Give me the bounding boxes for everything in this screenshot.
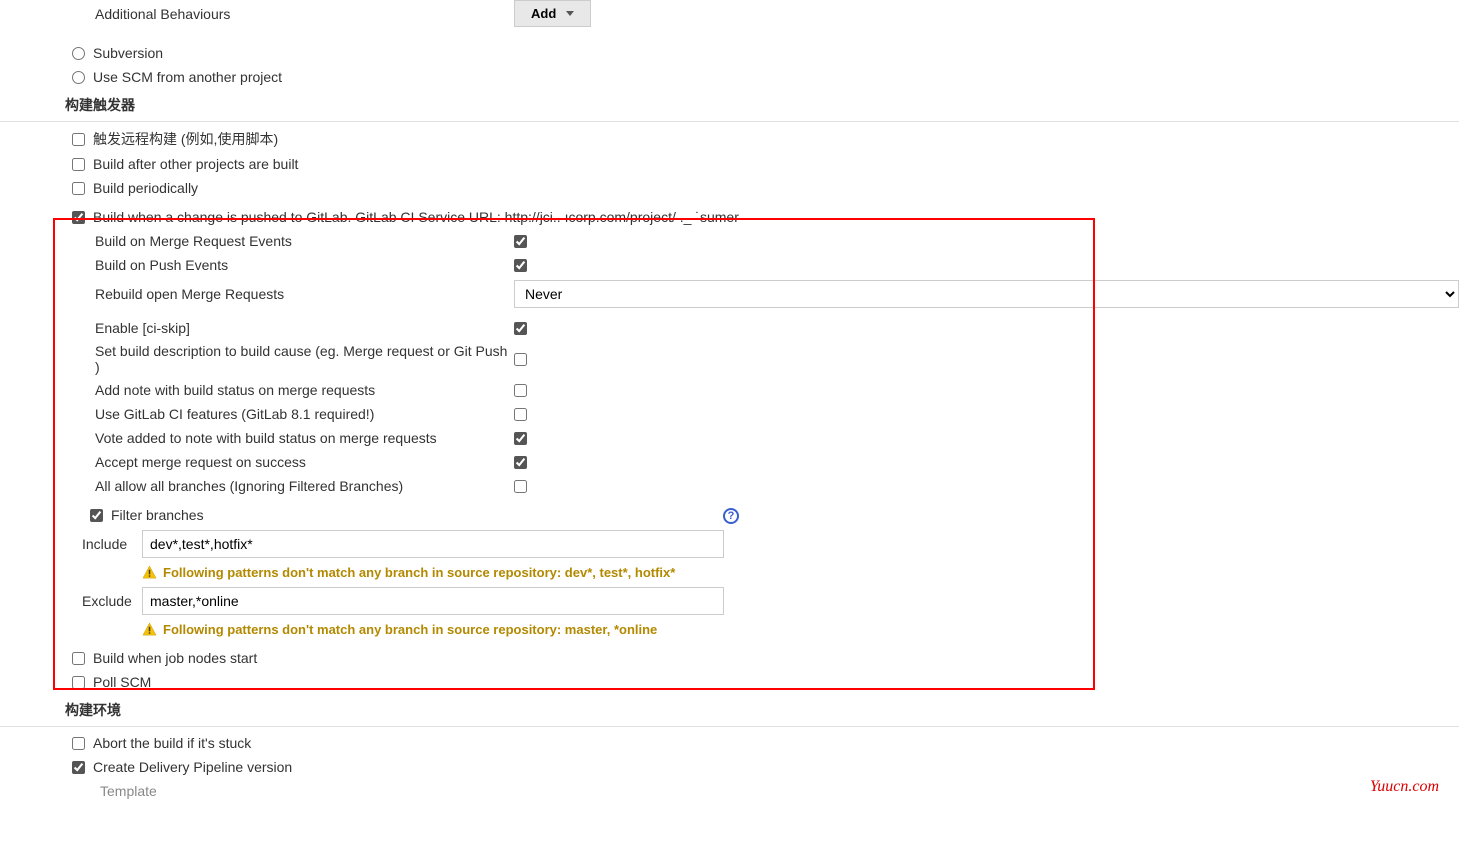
gitlab-set-description-checkbox[interactable]: [514, 353, 527, 366]
trigger-periodically-label: Build periodically: [93, 180, 198, 196]
add-behaviour-button[interactable]: Add: [514, 0, 591, 27]
trigger-gitlab-label: Build when a change is pushed to GitLab.…: [93, 209, 739, 225]
include-warning-text: Following patterns don't match any branc…: [163, 565, 675, 580]
trigger-remote-checkbox[interactable]: [72, 133, 85, 146]
gitlab-allow-all-row: All allow all branches (Ignoring Filtere…: [0, 474, 1459, 498]
gitlab-accept-mr-label: Accept merge request on success: [0, 454, 514, 470]
gitlab-vote-added-label: Vote added to note with build status on …: [0, 430, 514, 446]
gitlab-vote-added-row: Vote added to note with build status on …: [0, 426, 1459, 450]
additional-behaviours-label: Additional Behaviours: [0, 6, 514, 22]
gitlab-ci-features-checkbox[interactable]: [514, 408, 527, 421]
gitlab-ci-features-label: Use GitLab CI features (GitLab 8.1 requi…: [0, 406, 514, 422]
gitlab-vote-added-checkbox[interactable]: [514, 432, 527, 445]
env-create-pipeline-row: Create Delivery Pipeline version: [0, 755, 1459, 779]
trigger-remote-label: 触发远程构建 (例如,使用脚本): [93, 129, 278, 149]
gitlab-accept-mr-row: Accept merge request on success: [0, 450, 1459, 474]
help-icon[interactable]: ?: [723, 508, 739, 524]
filter-branches-label: Filter branches: [111, 507, 204, 523]
trigger-job-nodes-checkbox[interactable]: [72, 652, 85, 665]
gitlab-build-on-push-label: Build on Push Events: [0, 257, 514, 273]
gitlab-build-on-push-checkbox[interactable]: [514, 259, 527, 272]
trigger-job-nodes-label: Build when job nodes start: [93, 650, 257, 666]
gitlab-add-note-checkbox[interactable]: [514, 384, 527, 397]
trigger-gitlab-checkbox[interactable]: [72, 211, 85, 224]
gitlab-ci-skip-checkbox[interactable]: [514, 322, 527, 335]
scm-other-row: Use SCM from another project: [0, 65, 1459, 89]
gitlab-accept-mr-checkbox[interactable]: [514, 456, 527, 469]
section-build-environment: 构建环境: [0, 694, 1459, 727]
exclude-input[interactable]: [142, 587, 724, 615]
trigger-gitlab-row: Build when a change is pushed to GitLab.…: [0, 205, 1459, 229]
gitlab-build-on-mr-label: Build on Merge Request Events: [0, 233, 514, 249]
filter-branches-row: Filter branches ?: [0, 503, 1459, 527]
additional-behaviours-row: Additional Behaviours Add: [0, 0, 1459, 41]
gitlab-add-note-row: Add note with build status on merge requ…: [0, 378, 1459, 402]
subversion-radio[interactable]: [72, 47, 85, 60]
gitlab-ci-features-row: Use GitLab CI features (GitLab 8.1 requi…: [0, 402, 1459, 426]
gitlab-allow-all-checkbox[interactable]: [514, 480, 527, 493]
trigger-periodically-row: Build periodically: [0, 176, 1459, 200]
env-create-pipeline-label: Create Delivery Pipeline version: [93, 759, 292, 775]
trigger-poll-scm-label: Poll SCM: [93, 674, 151, 690]
use-scm-other-label: Use SCM from another project: [93, 69, 282, 85]
trigger-after-projects-checkbox[interactable]: [72, 158, 85, 171]
subversion-label: Subversion: [93, 45, 163, 61]
chevron-down-icon: [566, 11, 574, 16]
trigger-poll-scm-row: Poll SCM: [0, 670, 1459, 694]
gitlab-rebuild-open-mr-label: Rebuild open Merge Requests: [0, 286, 514, 302]
exclude-row: Exclude: [0, 584, 1459, 618]
include-warning-row: Following patterns don't match any branc…: [0, 561, 1459, 584]
trigger-after-projects-row: Build after other projects are built: [0, 152, 1459, 176]
gitlab-rebuild-open-mr-row: Rebuild open Merge Requests Never: [0, 277, 1459, 311]
trigger-job-nodes-row: Build when job nodes start: [0, 646, 1459, 670]
gitlab-allow-all-label: All allow all branches (Ignoring Filtere…: [0, 478, 514, 494]
include-row: Include: [0, 527, 1459, 561]
exclude-label: Exclude: [0, 593, 142, 609]
gitlab-build-on-push-row: Build on Push Events: [0, 253, 1459, 277]
include-label: Include: [0, 536, 142, 552]
gitlab-ci-skip-label: Enable [ci-skip]: [0, 320, 514, 336]
watermark: Yuucn.com: [1370, 778, 1439, 796]
gitlab-rebuild-open-mr-select[interactable]: Never: [514, 280, 1459, 308]
filter-branches-checkbox[interactable]: [90, 509, 103, 522]
env-template-row: Template: [0, 779, 1459, 803]
env-create-pipeline-checkbox[interactable]: [72, 761, 85, 774]
trigger-periodically-checkbox[interactable]: [72, 182, 85, 195]
exclude-warning-row: Following patterns don't match any branc…: [0, 618, 1459, 641]
env-abort-stuck-label: Abort the build if it's stuck: [93, 735, 251, 751]
scm-subversion-row: Subversion: [0, 41, 1459, 65]
gitlab-build-on-mr-row: Build on Merge Request Events: [0, 229, 1459, 253]
trigger-after-projects-label: Build after other projects are built: [93, 156, 298, 172]
warning-icon: [142, 622, 157, 637]
env-abort-stuck-row: Abort the build if it's stuck: [0, 731, 1459, 755]
warning-icon: [142, 565, 157, 580]
gitlab-build-on-mr-checkbox[interactable]: [514, 235, 527, 248]
use-scm-other-radio[interactable]: [72, 71, 85, 84]
gitlab-add-note-label: Add note with build status on merge requ…: [0, 382, 514, 398]
trigger-poll-scm-checkbox[interactable]: [72, 676, 85, 689]
exclude-warning-text: Following patterns don't match any branc…: [163, 622, 657, 637]
trigger-remote-row: 触发远程构建 (例如,使用脚本): [0, 126, 1459, 152]
section-build-triggers: 构建触发器: [0, 89, 1459, 122]
env-template-label: Template: [0, 783, 157, 799]
gitlab-set-description-label: Set build description to build cause (eg…: [0, 343, 514, 375]
add-button-label: Add: [531, 6, 556, 21]
env-abort-stuck-checkbox[interactable]: [72, 737, 85, 750]
include-input[interactable]: [142, 530, 724, 558]
gitlab-ci-skip-row: Enable [ci-skip]: [0, 316, 1459, 340]
gitlab-set-description-row: Set build description to build cause (eg…: [0, 340, 1459, 378]
